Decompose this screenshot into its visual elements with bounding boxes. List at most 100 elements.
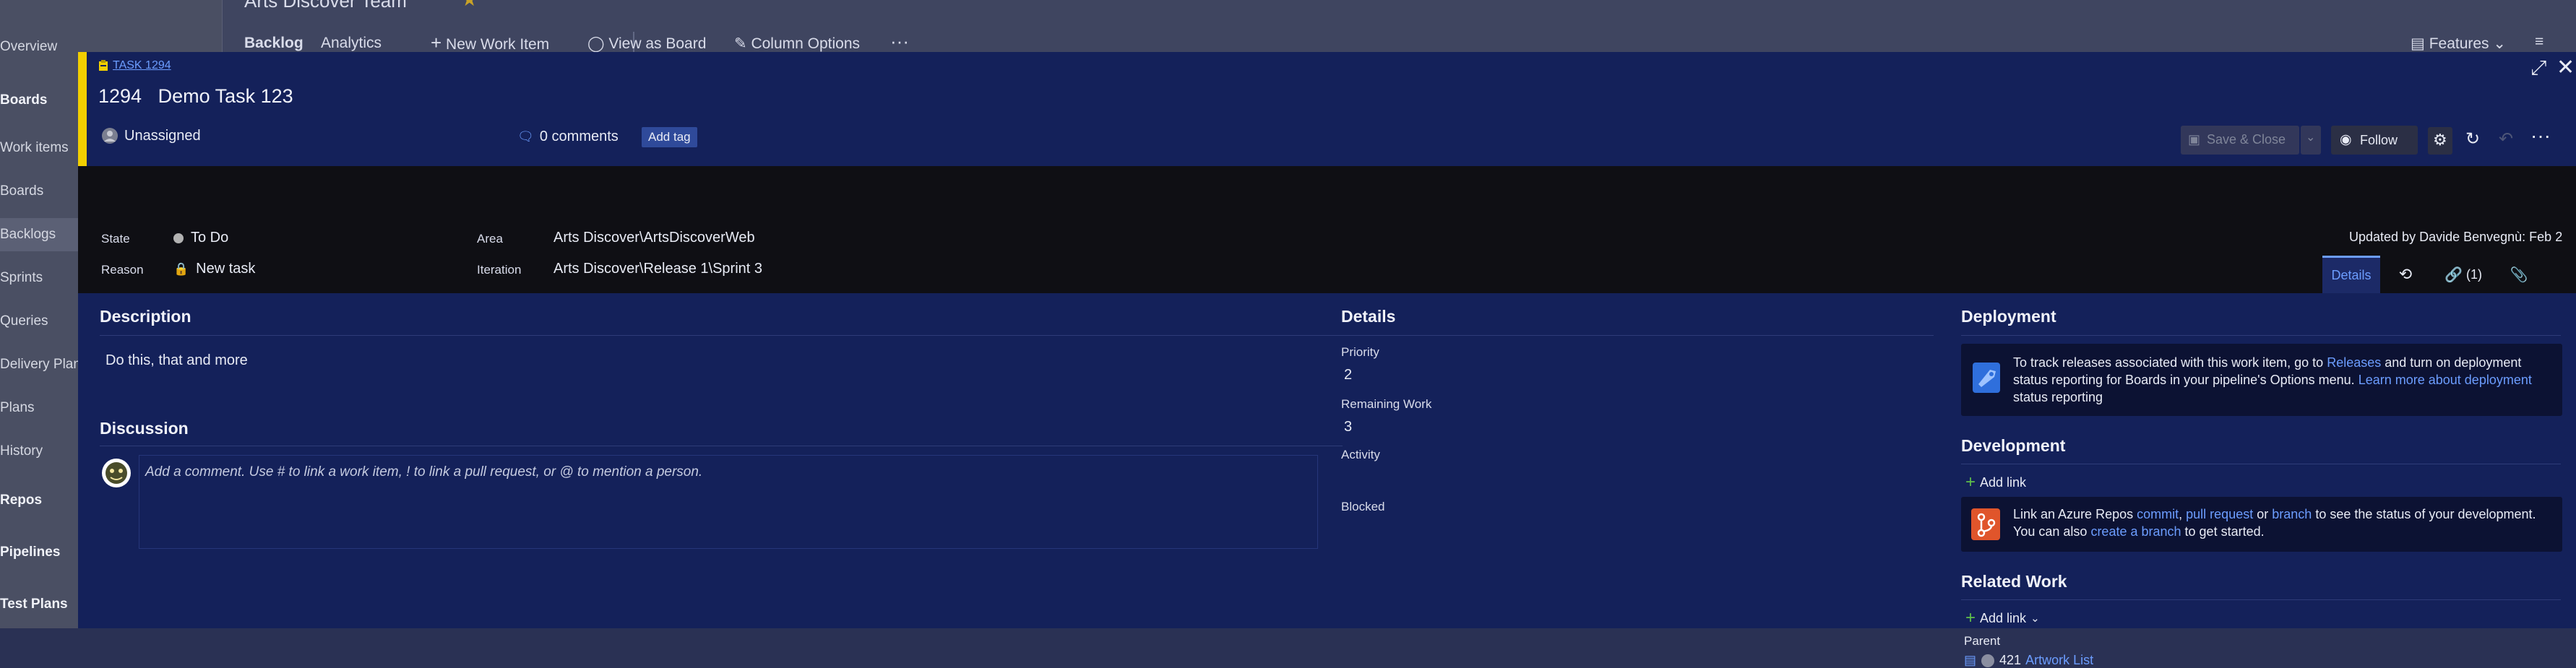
team-title[interactable]: Arts Discover Team [244, 0, 407, 12]
tab-analytics[interactable]: Analytics [321, 35, 382, 52]
expand-icon[interactable]: ⤢ [2530, 56, 2546, 80]
development-add-link-label: Add link [1980, 474, 2027, 490]
reason-label: Reason [101, 263, 144, 277]
undo-icon[interactable]: ↶ [2499, 129, 2513, 149]
unassigned-avatar-icon [102, 128, 118, 144]
nav-boards-group[interactable]: Boards [0, 92, 47, 108]
git-branch-icon [1970, 507, 2002, 542]
more-actions-icon[interactable]: ··· [890, 30, 909, 53]
deployment-divider [1961, 335, 2561, 336]
details-title: Details [1341, 307, 1396, 326]
save-close-button[interactable]: ▣ Save & Close [2181, 126, 2299, 155]
close-icon[interactable]: ✕ [2556, 55, 2575, 80]
blocked-field[interactable] [1344, 519, 1922, 540]
fields-band: State To Do Reason 🔒 New task Area Arts … [78, 166, 2576, 293]
development-card: Link an Azure Repos commit, pull request… [1961, 497, 2562, 552]
work-item-title[interactable]: 1294 Demo Task 123 [98, 85, 293, 108]
learn-more-link-continued[interactable]: status reporting [2013, 389, 2103, 406]
link-icon: 🔗 [2444, 266, 2463, 283]
nav-pipelines[interactable]: Pipelines [0, 545, 60, 560]
nav-repos[interactable]: Repos [0, 493, 42, 508]
state-dot-icon [173, 233, 184, 243]
related-add-link[interactable]: + Add link ⌄ [1965, 608, 2040, 628]
parent-work-item[interactable]: ▤ 421 Artwork List [1964, 653, 2093, 668]
deployment-title: Deployment [1961, 307, 2056, 326]
view-as-board-button[interactable]: ◯ View as Board [587, 35, 706, 53]
development-text-c: You can also [2013, 524, 2088, 539]
activity-field[interactable] [1344, 467, 1922, 488]
comments-label: 0 comments [539, 129, 619, 144]
deployment-text-line1: To track releases associated with this w… [2013, 354, 2521, 371]
parent-title-link[interactable]: Artwork List [2025, 653, 2093, 668]
save-options-dropdown[interactable]: ⌄ [2301, 126, 2321, 155]
comments-count[interactable]: 🗨 0 comments [517, 129, 619, 145]
nav-boards[interactable]: Boards [0, 183, 43, 199]
follow-button[interactable]: ◉ Follow [2331, 126, 2418, 155]
releases-link[interactable]: Releases [2327, 355, 2381, 370]
area-field[interactable]: Arts Discover\ArtsDiscoverWeb [553, 230, 755, 246]
settings-sliders-icon[interactable]: ≡ [2535, 33, 2543, 51]
nav-test-plans[interactable]: Test Plans [0, 597, 68, 612]
iteration-field[interactable]: Arts Discover\Release 1\Sprint 3 [553, 261, 762, 277]
deployment-text-c: status reporting for Boards in your pipe… [2013, 373, 2355, 387]
add-tag-button[interactable]: Add tag [642, 127, 697, 147]
commit-link[interactable]: commit [2137, 507, 2179, 521]
create-branch-link[interactable]: create a branch [2090, 524, 2181, 539]
plus-icon: + [431, 32, 442, 53]
tab-links[interactable]: 🔗 (1) [2431, 256, 2496, 293]
pull-request-link[interactable]: pull request [2186, 507, 2253, 521]
state-field[interactable]: To Do [173, 230, 228, 246]
tab-history[interactable]: ⟲ [2382, 256, 2429, 293]
comment-input[interactable]: Add a comment. Use # to link a work item… [139, 455, 1318, 549]
development-add-link[interactable]: + Add link [1965, 472, 2026, 493]
remaining-work-field[interactable]: 3 [1344, 419, 1352, 435]
nav-sprints[interactable]: Sprints [0, 270, 43, 286]
nav-plans[interactable]: Plans [0, 400, 35, 416]
nav-queries[interactable]: Queries [0, 313, 48, 329]
description-text[interactable]: Do this, that and more [105, 352, 248, 369]
plus-icon: + [1965, 472, 1976, 492]
reason-field[interactable]: 🔒 New task [173, 261, 255, 277]
tab-details[interactable]: Details [2322, 256, 2380, 293]
nav-overview[interactable]: Overview [0, 39, 57, 55]
priority-field[interactable]: 2 [1344, 367, 1352, 383]
learn-more-link[interactable]: Learn more about deployment [2359, 373, 2532, 387]
reason-value: New task [196, 261, 256, 277]
deployment-card: To track releases associated with this w… [1961, 344, 2562, 416]
development-text-b: to see the status of your development. [2315, 507, 2536, 521]
development-title: Development [1961, 436, 2066, 455]
tab-attachments[interactable]: 📎 [2497, 256, 2541, 293]
backlog-item-icon: ▤ [1964, 653, 1977, 667]
features-icon: ▤ [2411, 35, 2425, 52]
assignee-name: Unassigned [124, 127, 201, 144]
work-item-type-link[interactable]: TASK 1294 [113, 59, 171, 72]
settings-button[interactable]: ⚙ [2428, 127, 2452, 155]
column-options-button[interactable]: ✎ Column Options [734, 35, 860, 53]
tab-backlog[interactable]: Backlog [244, 35, 303, 52]
features-dropdown[interactable]: ▤ Features ⌄ [2411, 35, 2506, 53]
development-text-line2: You can also create a branch to get star… [2013, 523, 2265, 540]
nav-work-items[interactable]: Work items [0, 140, 69, 156]
deployment-text-b: and turn on deployment [2385, 355, 2522, 370]
new-work-item-button[interactable]: + New Work Item [431, 32, 549, 54]
nav-history[interactable]: History [0, 443, 43, 459]
remaining-work-label: Remaining Work [1341, 397, 1432, 411]
updated-by[interactable]: Updated by Davide Benvegnù: Feb 2 [2349, 230, 2562, 245]
work-item-type: TASK 1294 [98, 59, 171, 72]
branch-link[interactable]: branch [2272, 507, 2312, 521]
lock-icon: 🔒 [173, 261, 189, 276]
details-divider [1341, 335, 1934, 336]
priority-label: Priority [1341, 345, 1379, 359]
favorite-star-icon[interactable]: ★ [461, 0, 478, 11]
discussion-title: Discussion [100, 419, 189, 438]
more-actions-icon[interactable]: ··· [2530, 124, 2551, 147]
refresh-icon[interactable]: ↻ [2465, 129, 2480, 149]
board-icon: ◯ [587, 35, 605, 52]
nav-delivery-plans[interactable]: Delivery Plans [0, 357, 87, 373]
history-icon: ⟲ [2398, 265, 2413, 283]
rocket-icon [1970, 360, 2003, 396]
wrench-icon: ✎ [734, 35, 747, 52]
chevron-down-icon: ⌄ [2493, 35, 2507, 52]
assignee-picker[interactable]: Unassigned [101, 127, 201, 144]
blocked-label: Blocked [1341, 500, 1385, 513]
